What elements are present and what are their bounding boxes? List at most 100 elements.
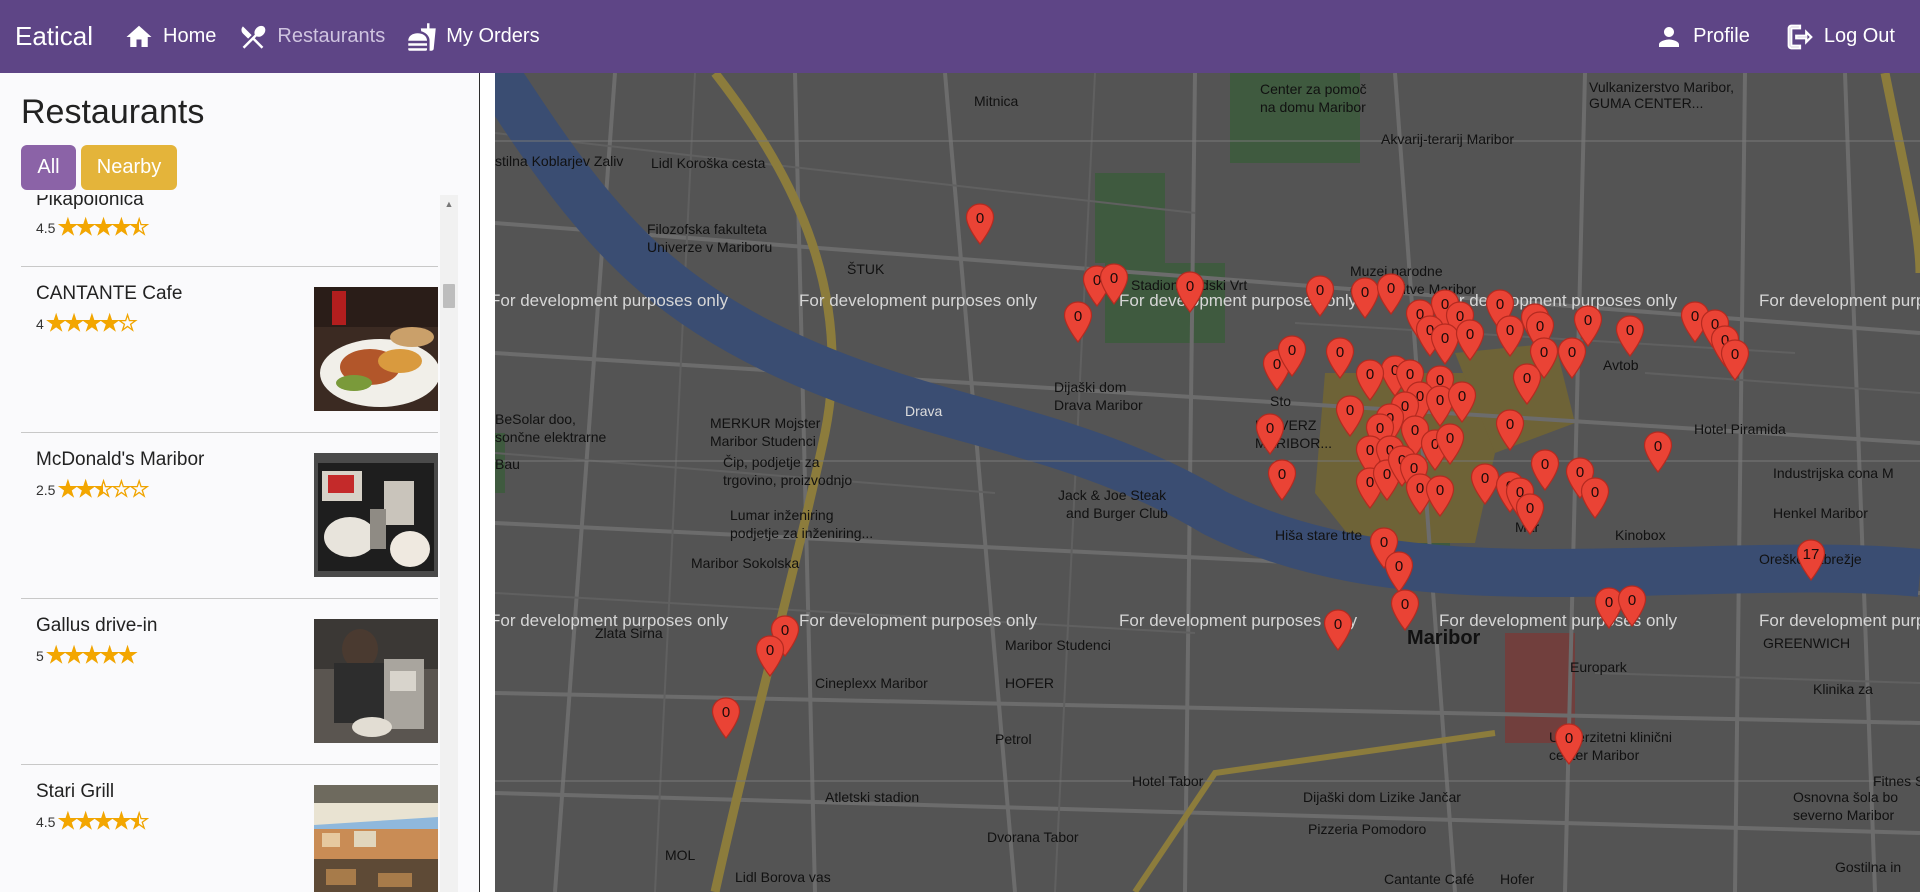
marker-count: 0 [1185,278,1195,295]
map-marker-icon[interactable]: 0 [1175,271,1205,313]
marker-count: 0 [1567,344,1577,361]
restaurant-thumbnail[interactable] [314,287,438,411]
map-marker-icon[interactable]: 0 [1099,263,1129,305]
restaurant-thumbnail[interactable] [314,453,438,577]
marker-count: 0 [1277,466,1287,483]
map-label: Vulkanizerstvo Maribor, [1589,79,1734,95]
map-marker-icon[interactable]: 0 [1390,589,1420,631]
restaurant-name: McDonald's Maribor [36,449,205,470]
map-label: na domu Maribor [1260,99,1366,115]
nav-right: Profile Log Out [1644,0,1920,73]
marker-count: 0 [1265,420,1275,437]
restaurant-thumbnail[interactable] [314,785,438,892]
map-label: and Burger Club [1066,505,1168,521]
map-marker-icon[interactable]: 0 [965,203,995,245]
map-label: Maribor Studenci [710,433,816,449]
star-rating-icon: ★★★★★★★★★★ [58,478,149,501]
map-marker-icon[interactable]: 0 [755,635,785,677]
map-marker-icon[interactable]: 0 [1255,413,1285,455]
map-marker-icon[interactable]: 0 [1515,493,1545,535]
map-marker-icon[interactable]: 0 [1267,459,1297,501]
map-label: sončne elektrarne [495,429,607,445]
brand-logo[interactable]: Eatical [15,21,93,52]
filter-nearby-button[interactable]: Nearby [81,145,177,190]
marker-count: 0 [1535,318,1545,335]
map-marker-icon[interactable]: 0 [1305,275,1335,317]
map-marker-icon[interactable]: 0 [711,697,741,739]
map-marker-icon[interactable]: 0 [1325,337,1355,379]
map-marker-icon[interactable]: 17 [1796,539,1826,581]
marker-count: 0 [1505,322,1515,339]
map-marker-icon[interactable]: 0 [1512,363,1542,405]
map-marker-icon[interactable]: 0 [1580,477,1610,519]
map-label: HOFER [1005,675,1054,691]
map-marker-icon[interactable]: 0 [1384,551,1414,593]
map-marker-icon[interactable]: 0 [1277,335,1307,377]
map-label: GUMA CENTER... [1589,95,1704,111]
nav-my-orders[interactable]: My Orders [407,22,540,52]
restaurant-item[interactable]: Pikapolonica 4.5 ★★★★★★★★★★ [21,195,438,267]
marker-count: 0 [1315,282,1325,299]
map-marker-icon[interactable]: 0 [1530,449,1560,491]
map-marker-icon[interactable]: 0 [1554,723,1584,765]
marker-count: 0 [1345,402,1355,419]
nav-logout-label: Log Out [1823,25,1895,47]
dev-watermark: For development purposes only [1759,291,1920,310]
map-marker-icon[interactable]: 0 [1425,475,1455,517]
map-label: BeSolar doo, [495,411,576,427]
map-label: MERKUR Mojster [710,415,821,431]
map-label: Bau [495,456,520,472]
map-marker-icon[interactable]: 0 [1335,395,1365,437]
restaurant-list[interactable]: Pikapolonica 4.5 ★★★★★★★★★★ CANTANTE Caf… [21,195,438,892]
map-label: Avtob [1603,357,1639,373]
scrollbar-thumb[interactable] [443,284,455,308]
restaurants-map[interactable]: For development purposes only For develo… [495,73,1920,892]
marker-count: 0 [1539,344,1549,361]
filter-all-button[interactable]: All [21,145,76,190]
dev-watermark: For development purposes only [799,611,1038,630]
marker-count: 0 [1400,596,1410,613]
nav-profile[interactable]: Profile [1654,22,1750,52]
map-marker-icon[interactable]: 0 [1495,315,1525,357]
map-marker-icon[interactable]: 0 [1720,339,1750,381]
restaurant-name: Pikapolonica [36,195,144,210]
list-scrollbar[interactable]: ▲ [440,195,458,892]
restaurant-rating: 5 ★★★★★ ★★★★★ [36,644,138,666]
map-marker-icon[interactable]: 0 [1376,273,1406,315]
restaurant-item[interactable]: Gallus drive-in 5 ★★★★★ ★★★★★ [21,599,438,765]
restaurant-item[interactable]: McDonald's Maribor 2.5 ★★★★★★★★★★ [21,433,438,599]
restaurant-thumbnail[interactable] [314,619,438,743]
map-base [495,73,1920,892]
map-marker-icon[interactable]: 0 [1063,301,1093,343]
nav-restaurants[interactable]: Restaurants [238,22,385,52]
map-marker-icon[interactable]: 0 [1617,585,1647,627]
map-marker-icon[interactable]: 0 [1495,409,1525,451]
map-label: Mitnica [974,93,1019,109]
dev-watermark: For development purposes only [1759,611,1920,630]
marker-count: 0 [1435,482,1445,499]
scroll-up-arrow-icon[interactable]: ▲ [440,199,458,211]
nav-home[interactable]: Home [124,22,216,52]
rating-value: 2.5 [36,481,56,498]
marker-count: 0 [1335,344,1345,361]
map-marker-icon[interactable]: 0 [1435,423,1465,465]
map-marker-icon[interactable]: 0 [1323,609,1353,651]
restaurant-item[interactable]: CANTANTE Cafe 4 ★★★★★★★★★★ [21,267,438,433]
star-rating-icon: ★★★★★★★★★★ [46,312,137,335]
nav-logout[interactable]: Log Out [1785,22,1895,52]
star-rating-icon: ★★★★★★★★★★ [58,216,149,239]
marker-count: 0 [721,704,731,721]
map-marker-icon[interactable]: 0 [1447,381,1477,423]
restaurant-item[interactable]: Stari Grill 4.5 ★★★★★★★★★★ [21,765,438,892]
marker-count: 0 [1495,296,1505,313]
map-marker-icon[interactable]: 0 [1557,337,1587,379]
map-label: Hotel Piramida [1694,421,1786,437]
person-icon [1659,26,1680,47]
map-marker-icon[interactable]: 0 [1455,319,1485,361]
restaurant-rating: 4.5 ★★★★★★★★★★ [36,216,149,239]
logout-icon [1787,24,1813,49]
map-marker-icon[interactable]: 0 [1643,431,1673,473]
marker-count: 0 [1522,370,1532,387]
map-label: Cineplexx Maribor [815,675,928,691]
map-marker-icon[interactable]: 0 [1615,315,1645,357]
